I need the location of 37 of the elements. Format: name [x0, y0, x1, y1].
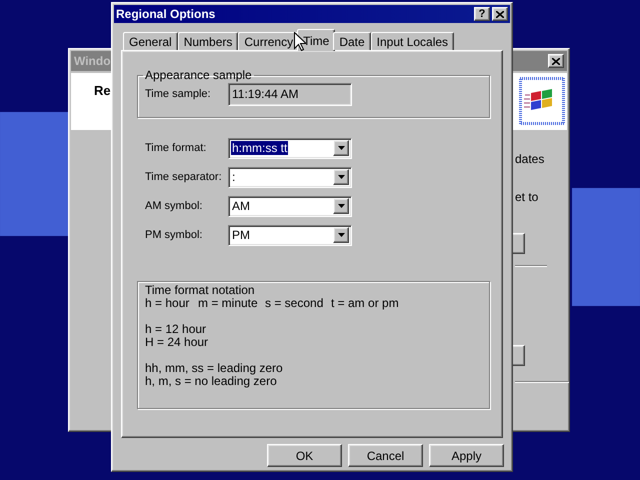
field-value: AM: [231, 199, 251, 213]
window-title: Regional Options: [116, 7, 216, 21]
dropdown-field[interactable]: PM: [228, 224, 352, 246]
text-fragment: dates: [515, 152, 544, 166]
field-label: Time separator:: [145, 171, 223, 183]
field-label: Time format:: [145, 142, 208, 154]
notation-text: hh, mm, ss = leading zero: [145, 362, 283, 375]
dropdown-field[interactable]: h:mm:ss tt: [228, 138, 352, 158]
dialog-button[interactable]: Apply: [429, 444, 504, 467]
tab[interactable]: Numbers: [178, 32, 238, 50]
notation-text: m = minute: [198, 296, 258, 310]
window-title: Windo: [74, 54, 111, 68]
sample-field: 11:19:44 AM: [228, 82, 352, 106]
field-label: AM symbol:: [145, 200, 204, 212]
tab[interactable]: Date: [333, 32, 371, 50]
group-title: Appearance sample: [144, 68, 253, 82]
dialog-button[interactable]: OK: [267, 444, 342, 467]
field-value: :: [231, 170, 236, 184]
field-value: h:mm:ss tt: [231, 141, 288, 155]
dropdown-field[interactable]: AM: [228, 196, 352, 216]
notation-text: s = second: [265, 296, 324, 310]
tab[interactable]: General: [123, 32, 178, 50]
field-label: PM symbol:: [145, 229, 204, 241]
notation-text: h = 12 hour: [145, 323, 206, 336]
dropdown-field[interactable]: :: [228, 166, 352, 188]
text-fragment: et to: [515, 190, 538, 204]
help-button[interactable]: ?: [474, 7, 490, 21]
field-value: PM: [231, 228, 251, 242]
notation-title: Time format notation: [145, 284, 255, 297]
notation-text: H = 24 hour: [145, 336, 208, 349]
tab[interactable]: Input Locales: [370, 32, 454, 50]
dialog-button[interactable]: Cancel: [348, 444, 423, 467]
heading: Re: [94, 83, 111, 98]
notation-text: h, m, s = no leading zero: [145, 375, 277, 388]
field-label: Time sample:: [145, 88, 212, 100]
notation-text: t = am or pm: [331, 296, 399, 310]
notation-text: h = hour: [145, 296, 190, 310]
